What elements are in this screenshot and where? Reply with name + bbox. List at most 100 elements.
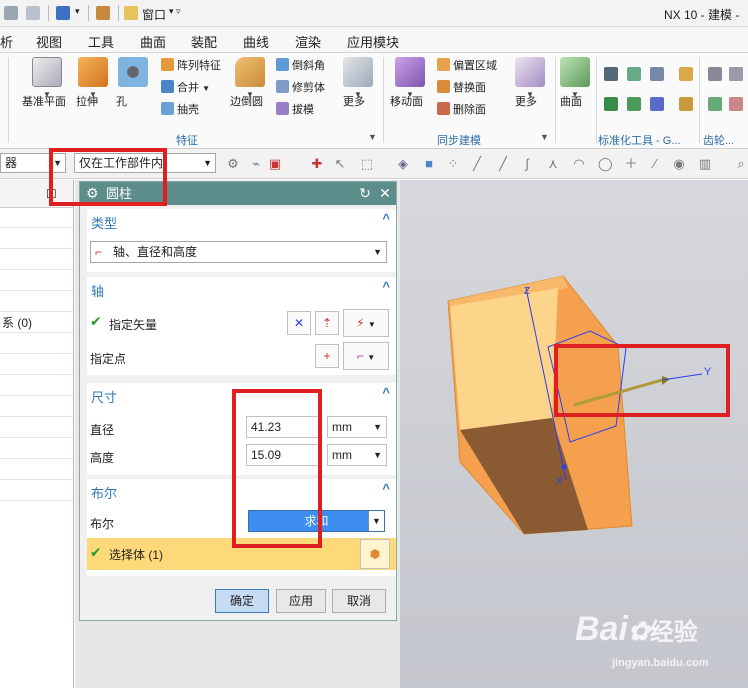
unite-button[interactable]: 合并 ▼ (161, 80, 210, 96)
offset-region-button[interactable]: 偏置区域 (437, 58, 497, 74)
collapse-icon[interactable]: ^ (382, 211, 390, 226)
grid-icon[interactable]: ▥ (698, 157, 712, 171)
standard-tool-icon[interactable] (679, 97, 693, 111)
extrude-button[interactable]: 拉伸 ▼ (76, 57, 110, 108)
copy-icon[interactable] (26, 6, 40, 20)
shell-button[interactable]: 抽壳 (161, 102, 199, 118)
paste-icon[interactable] (4, 6, 18, 20)
menu-analysis[interactable]: 析 (0, 32, 13, 51)
list-item[interactable] (0, 376, 73, 396)
chevron-down-icon[interactable]: ▼ (368, 132, 377, 142)
list-item[interactable] (0, 334, 73, 354)
close-icon[interactable]: ✕ (377, 184, 393, 202)
menu-surface[interactable]: 曲面 (140, 32, 166, 51)
list-item[interactable] (0, 439, 73, 459)
move-face-button[interactable]: 移动面 ▼ (390, 57, 430, 108)
select-icon[interactable]: ▣ (268, 157, 282, 171)
select-body-cube-icon[interactable]: ⬢ (360, 539, 390, 569)
point-inference-select[interactable]: ⌐ ▼ (343, 342, 389, 370)
menu-render[interactable]: 渲染 (295, 32, 321, 51)
axis-section-header[interactable]: 轴 ^ (87, 277, 396, 299)
point-dialog-icon[interactable]: + (315, 344, 339, 368)
menu-view[interactable]: 视图 (36, 32, 62, 51)
window-menu-dropdown-icon[interactable]: ▾ ▿ (169, 6, 181, 17)
vector-dialog-icon[interactable]: ⇡ (315, 311, 339, 335)
more-sync-button[interactable]: 更多 ▼ (515, 57, 545, 108)
view-icon[interactable]: ◉ (672, 157, 686, 171)
standard-tool-icon[interactable] (627, 97, 641, 111)
arc-icon[interactable]: ◠ (572, 157, 586, 171)
filter-icon[interactable]: ⌁ (249, 157, 263, 171)
trim-body-button[interactable]: 修剪体 (276, 80, 325, 96)
list-item[interactable] (0, 355, 73, 375)
list-item[interactable] (0, 481, 73, 501)
snap-icon[interactable]: ⚙ (226, 157, 240, 171)
list-item[interactable] (0, 250, 73, 270)
list-item[interactable] (0, 208, 73, 228)
collapse-icon[interactable]: ^ (382, 385, 390, 400)
window-icon[interactable] (124, 6, 138, 20)
rectangle-select-icon[interactable]: ⬚ (360, 157, 374, 171)
menu-curve[interactable]: 曲线 (243, 32, 269, 51)
list-item[interactable] (0, 229, 73, 249)
nav-item-coordinate-system[interactable]: 系 (0) (0, 313, 73, 333)
gear-tool-icon[interactable] (708, 97, 722, 111)
datum-plane-button[interactable]: 基准平面 ▼ (22, 57, 72, 108)
line-icon[interactable]: ╱ (470, 157, 484, 171)
list-item[interactable] (0, 271, 73, 291)
ok-button[interactable]: 确定 (215, 589, 269, 613)
edge-blend-button[interactable]: 边倒圆 ▼ (230, 57, 270, 108)
snap-point-icon[interactable]: ✚ (310, 157, 324, 171)
cube-icon[interactable]: ◈ (396, 157, 410, 171)
menu-assembly[interactable]: 装配 (191, 32, 217, 51)
chamfer-button[interactable]: 倒斜角 (276, 58, 325, 74)
more-feature-button[interactable]: 更多 ▼ (343, 57, 373, 108)
gear-tool-icon[interactable] (708, 67, 722, 81)
standard-tool-icon[interactable] (650, 67, 664, 81)
circle-icon[interactable]: ◯ (598, 157, 613, 171)
collapse-icon[interactable]: ^ (382, 279, 390, 294)
dropdown-icon[interactable]: ▾ (75, 6, 80, 17)
list-item[interactable] (0, 460, 73, 480)
standard-tool-icon[interactable] (627, 67, 641, 81)
hole-button[interactable]: 孔 (116, 57, 150, 108)
reverse-direction-icon[interactable]: ✕ (287, 311, 311, 335)
type-select[interactable]: ⌐ 轴、直径和高度 ▼ (90, 241, 387, 263)
type-section-header[interactable]: 类型 ^ (87, 209, 396, 231)
standard-tool-icon[interactable] (679, 67, 693, 81)
pattern-feature-button[interactable]: 阵列特征 (161, 58, 221, 74)
diameter-unit-select[interactable]: mm ▼ (327, 416, 387, 438)
gear-tool-icon[interactable] (729, 67, 743, 81)
cancel-button[interactable]: 取消 (332, 589, 386, 613)
collapse-icon[interactable]: ^ (382, 481, 390, 496)
surface-button[interactable]: 曲面 ▼ (560, 57, 590, 108)
line-icon[interactable]: ╱ (496, 157, 510, 171)
touch-mode-icon[interactable] (96, 6, 110, 20)
display-icon[interactable] (56, 6, 70, 20)
draft-button[interactable]: 拔模 (276, 102, 314, 118)
window-menu[interactable]: 窗口 (142, 6, 166, 23)
gear-tool-icon[interactable] (729, 97, 743, 111)
apply-button[interactable]: 应用 (276, 589, 326, 613)
standard-tool-icon[interactable] (604, 97, 618, 111)
menu-tools[interactable]: 工具 (88, 32, 114, 51)
reset-icon[interactable]: ↻ (357, 184, 373, 202)
slash-icon[interactable]: ⁄ (648, 157, 662, 171)
height-unit-select[interactable]: mm ▼ (327, 444, 387, 466)
standard-tool-icon[interactable] (604, 67, 618, 81)
curve-icon[interactable]: ∫ (520, 157, 534, 171)
search-icon[interactable]: ⌕ (734, 157, 748, 171)
replace-face-button[interactable]: 替换面 (437, 80, 486, 96)
standard-tool-icon[interactable] (650, 97, 664, 111)
menu-application[interactable]: 应用模块 (347, 32, 399, 51)
scatter-icon[interactable]: ⁘ (446, 157, 460, 171)
list-item[interactable] (0, 292, 73, 312)
chevron-down-icon[interactable]: ▼ (540, 132, 549, 142)
intersect-icon[interactable]: ⋏ (546, 157, 560, 171)
list-item[interactable] (0, 418, 73, 438)
delete-face-button[interactable]: 删除面 (437, 102, 486, 118)
list-item[interactable] (0, 397, 73, 417)
plus-icon[interactable]: ＋ (624, 157, 638, 171)
vector-inference-select[interactable]: ⚡ ▼ (343, 309, 389, 337)
body-select-icon[interactable]: ■ (422, 157, 436, 171)
